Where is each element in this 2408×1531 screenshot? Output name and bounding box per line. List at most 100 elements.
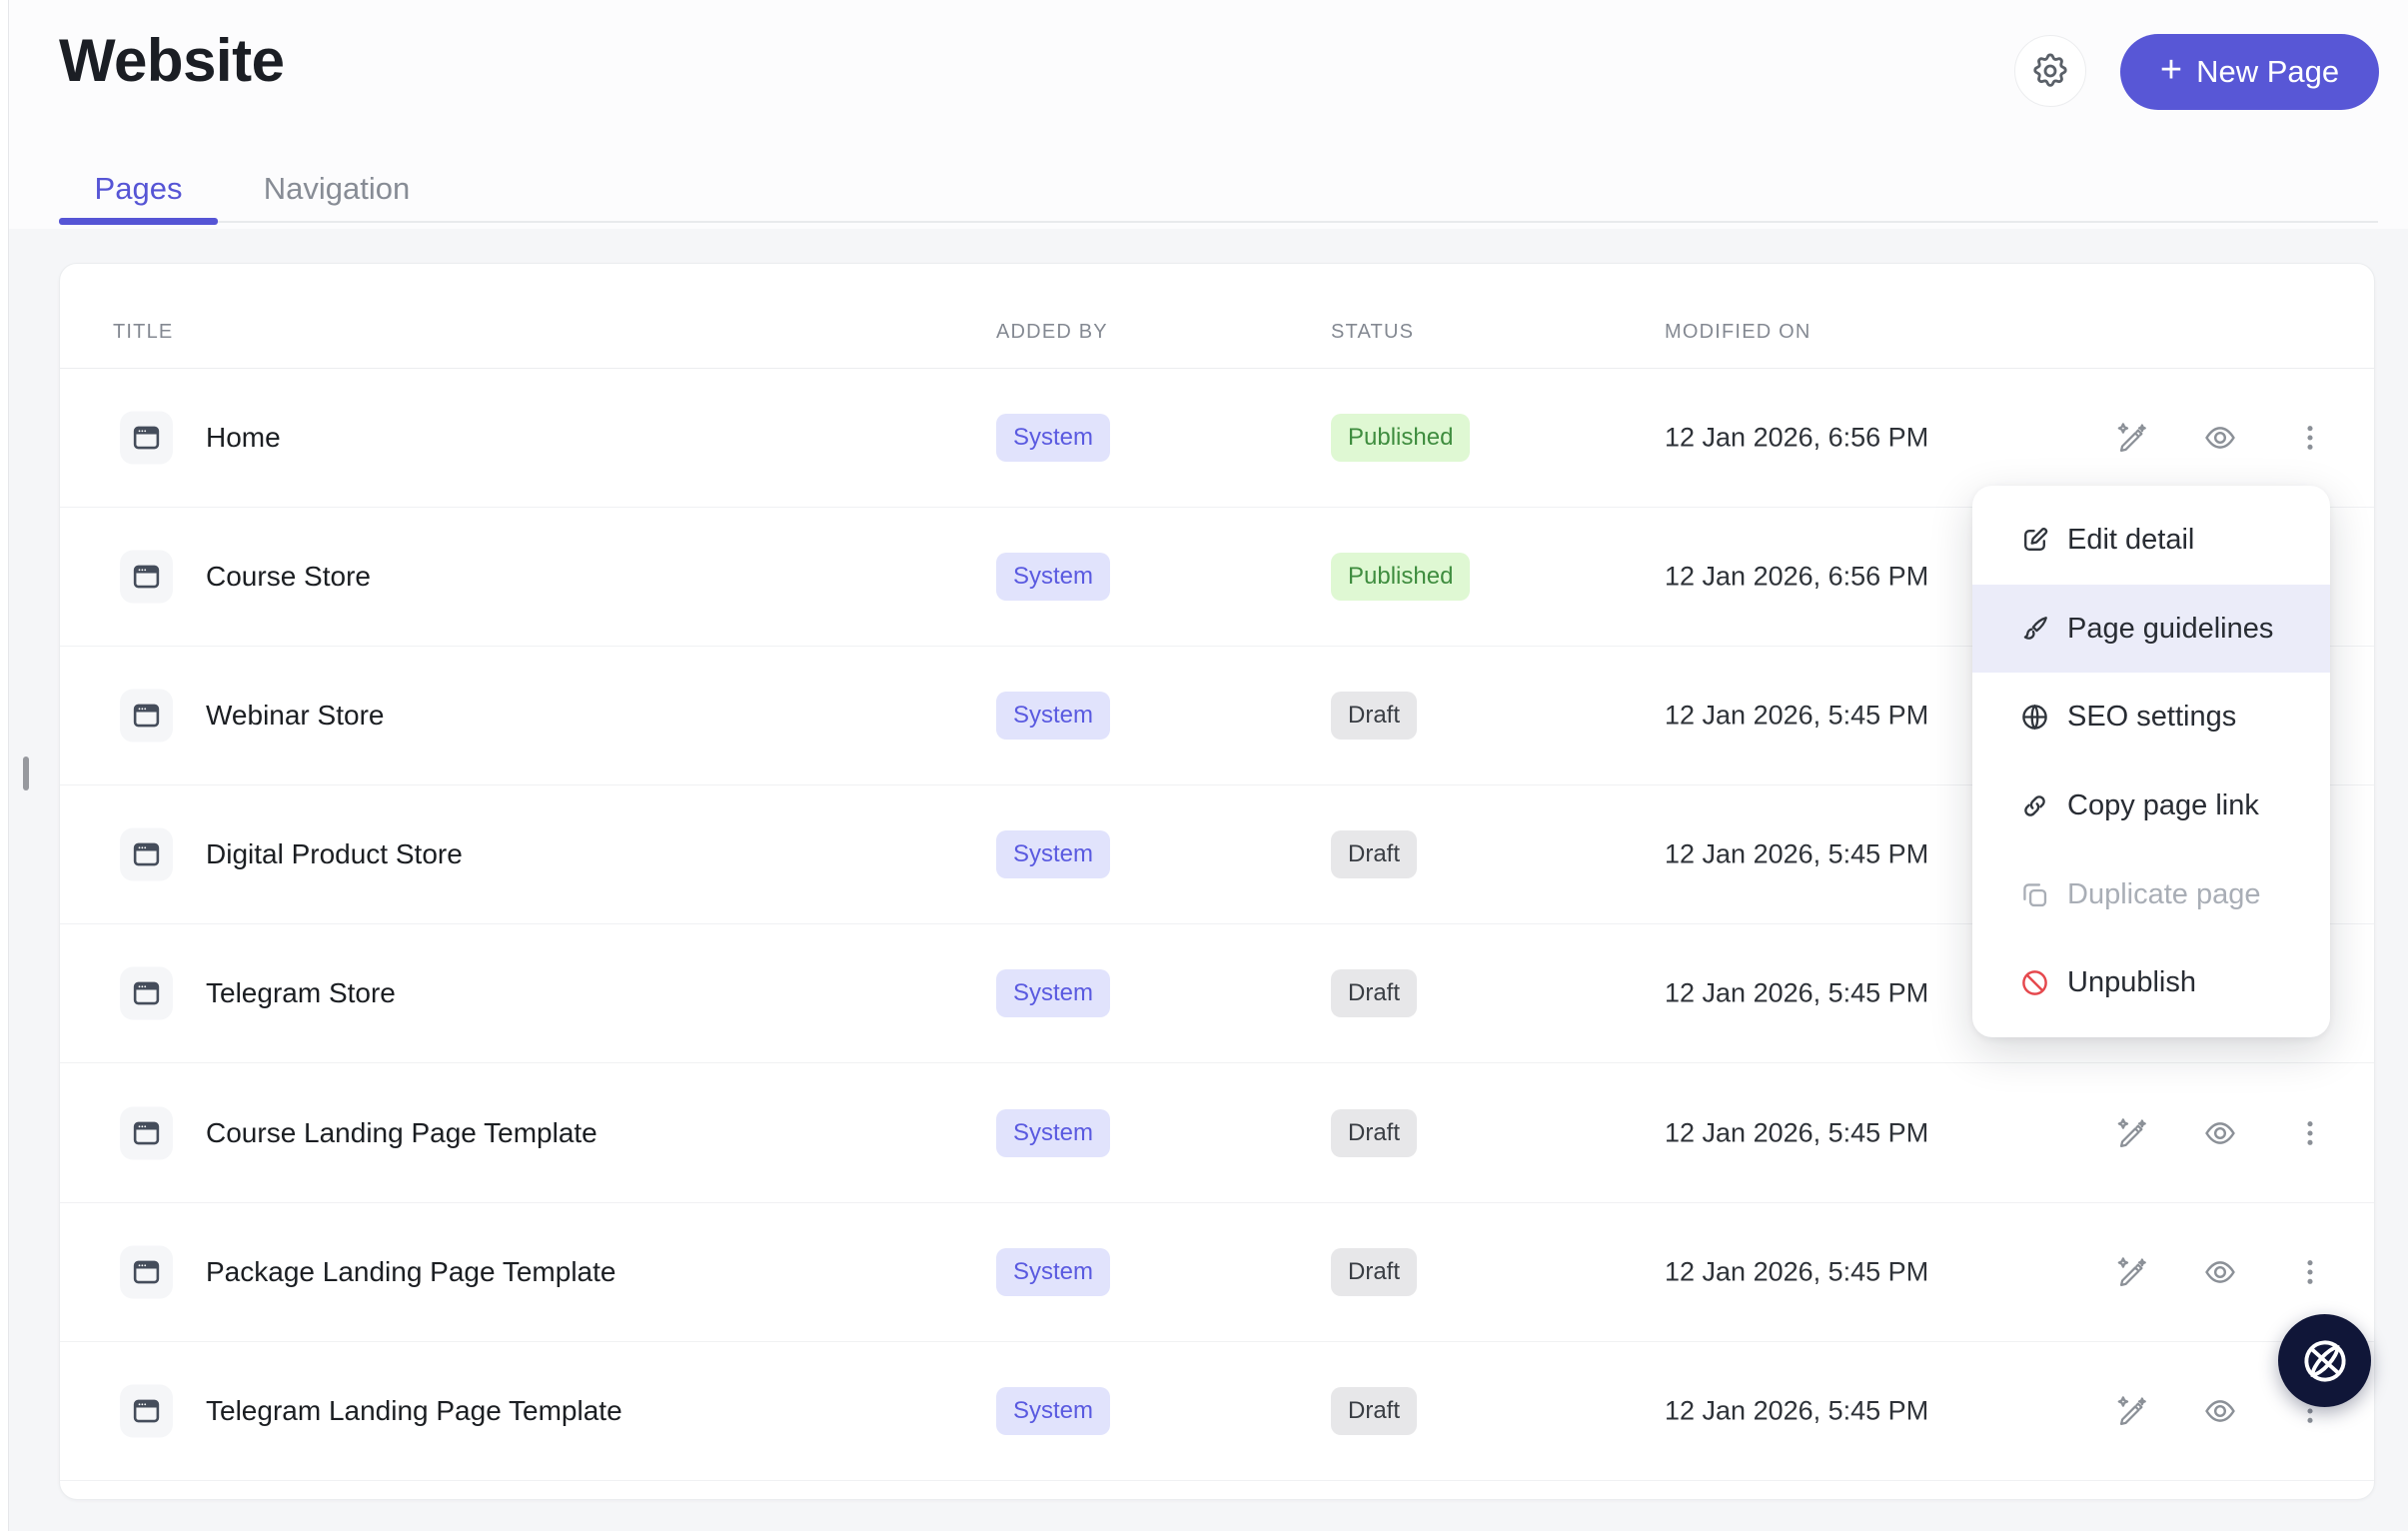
menu-item-label: Edit detail (2067, 524, 2194, 557)
page-row-title: Package Landing Page Template (206, 1256, 615, 1288)
modified-on-value: 12 Jan 2026, 5:45 PM (1665, 1395, 1928, 1426)
tabs-divider (59, 221, 2378, 223)
modified-on-value: 12 Jan 2026, 5:45 PM (1665, 1256, 1928, 1287)
more-options-icon[interactable] (2293, 421, 2327, 455)
gear-icon (2030, 51, 2070, 91)
more-options-icon[interactable] (2293, 1116, 2327, 1150)
page-tile (120, 551, 173, 604)
status-badge: Published (1331, 414, 1470, 462)
copy-icon (2019, 879, 2050, 910)
status-badge: Draft (1331, 830, 1417, 878)
status-badge: Draft (1331, 1248, 1417, 1296)
column-header-title: TITLE (113, 321, 173, 344)
magic-edit-icon[interactable] (2113, 421, 2147, 455)
edit-icon (2019, 525, 2050, 556)
column-header-modified-on: MODIFIED ON (1665, 321, 1811, 344)
page-tile (120, 1245, 173, 1298)
page-tile (120, 967, 173, 1020)
status-badge: Draft (1331, 969, 1417, 1017)
more-options-icon[interactable] (2293, 1255, 2327, 1289)
page-row-title: Digital Product Store (206, 838, 463, 870)
browser-window-icon (131, 562, 162, 593)
brush-icon (2019, 614, 2050, 645)
column-header-status: STATUS (1331, 321, 1414, 344)
browser-window-icon (131, 701, 162, 732)
added-by-badge: System (996, 969, 1110, 1017)
page-row-title: Telegram Store (206, 977, 396, 1009)
row-actions (2113, 1394, 2327, 1428)
menu-item-copy-page-link[interactable]: Copy page link (1972, 762, 2330, 850)
browser-window-icon (131, 1117, 162, 1148)
status-badge: Draft (1331, 692, 1417, 740)
menu-item-edit-detail[interactable]: Edit detail (1972, 496, 2330, 585)
menu-item-duplicate-page: Duplicate page (1972, 850, 2330, 939)
page-tile (120, 1106, 173, 1159)
added-by-badge: System (996, 1387, 1110, 1435)
plus-icon: + (2160, 51, 2182, 89)
page-row-title: Home (206, 422, 281, 454)
globe-icon (2019, 702, 2050, 733)
tab-pages[interactable]: Pages (59, 160, 218, 218)
left-panel-divider (0, 0, 9, 1531)
page-row-title: Telegram Landing Page Template (206, 1395, 622, 1427)
modified-on-value: 12 Jan 2026, 5:45 PM (1665, 1117, 1928, 1148)
menu-item-seo-settings[interactable]: SEO settings (1972, 673, 2330, 762)
magic-edit-icon[interactable] (2113, 1116, 2147, 1150)
preview-eye-icon[interactable] (2203, 1394, 2237, 1428)
menu-item-page-guidelines[interactable]: Page guidelines (1972, 585, 2330, 674)
row-context-menu: Edit detail Page guidelines SEO settings… (1972, 486, 2330, 1037)
page-row-title: Course Store (206, 561, 371, 593)
row-actions (2113, 1116, 2327, 1150)
menu-item-label: Page guidelines (2067, 613, 2273, 646)
modified-on-value: 12 Jan 2026, 5:45 PM (1665, 701, 1928, 732)
menu-item-label: Duplicate page (2067, 878, 2260, 911)
page-tile (120, 1384, 173, 1437)
panel-resize-handle[interactable] (23, 757, 29, 790)
new-page-button-label: New Page (2196, 54, 2339, 90)
tab-navigation[interactable]: Navigation (218, 160, 456, 218)
row-actions (2113, 421, 2327, 455)
page-tile (120, 412, 173, 465)
added-by-badge: System (996, 692, 1110, 740)
ban-icon (2019, 967, 2050, 998)
preview-eye-icon[interactable] (2203, 421, 2237, 455)
browser-window-icon (131, 1256, 162, 1287)
link-icon (2019, 790, 2050, 821)
new-page-button[interactable]: + New Page (2120, 34, 2379, 110)
modified-on-value: 12 Jan 2026, 6:56 PM (1665, 562, 1928, 593)
menu-item-label: Copy page link (2067, 789, 2259, 822)
added-by-badge: System (996, 1248, 1110, 1296)
page-title: Website (59, 26, 284, 95)
table-row[interactable]: Package Landing Page Template System Dra… (60, 1203, 2374, 1342)
status-badge: Draft (1331, 1109, 1417, 1157)
status-badge: Published (1331, 553, 1470, 601)
magic-edit-icon[interactable] (2113, 1394, 2147, 1428)
table-row[interactable]: Course Landing Page Template System Draf… (60, 1063, 2374, 1202)
website-admin-page: Website + New Page Pages Navigation TITL… (0, 0, 2408, 1531)
browser-window-icon (131, 1395, 162, 1426)
globe-icon (2288, 1324, 2361, 1397)
table-header-row: TITLE ADDED BY STATUS MODIFIED ON (60, 264, 2374, 369)
added-by-badge: System (996, 830, 1110, 878)
page-row-title: Webinar Store (206, 700, 384, 732)
preview-eye-icon[interactable] (2203, 1255, 2237, 1289)
page-row-title: Course Landing Page Template (206, 1117, 598, 1149)
preview-eye-icon[interactable] (2203, 1116, 2237, 1150)
modified-on-value: 12 Jan 2026, 6:56 PM (1665, 423, 1928, 454)
browser-window-icon (131, 978, 162, 1009)
status-badge: Draft (1331, 1387, 1417, 1435)
settings-button[interactable] (2014, 35, 2086, 107)
menu-item-label: SEO settings (2067, 701, 2236, 734)
menu-item-unpublish[interactable]: Unpublish (1972, 938, 2330, 1027)
added-by-badge: System (996, 1109, 1110, 1157)
website-globe-button[interactable] (2278, 1314, 2371, 1407)
added-by-badge: System (996, 553, 1110, 601)
added-by-badge: System (996, 414, 1110, 462)
modified-on-value: 12 Jan 2026, 5:45 PM (1665, 839, 1928, 870)
magic-edit-icon[interactable] (2113, 1255, 2147, 1289)
table-row[interactable]: Telegram Landing Page Template System Dr… (60, 1342, 2374, 1481)
column-header-added-by: ADDED BY (996, 321, 1108, 344)
row-actions (2113, 1255, 2327, 1289)
browser-window-icon (131, 423, 162, 454)
modified-on-value: 12 Jan 2026, 5:45 PM (1665, 978, 1928, 1009)
